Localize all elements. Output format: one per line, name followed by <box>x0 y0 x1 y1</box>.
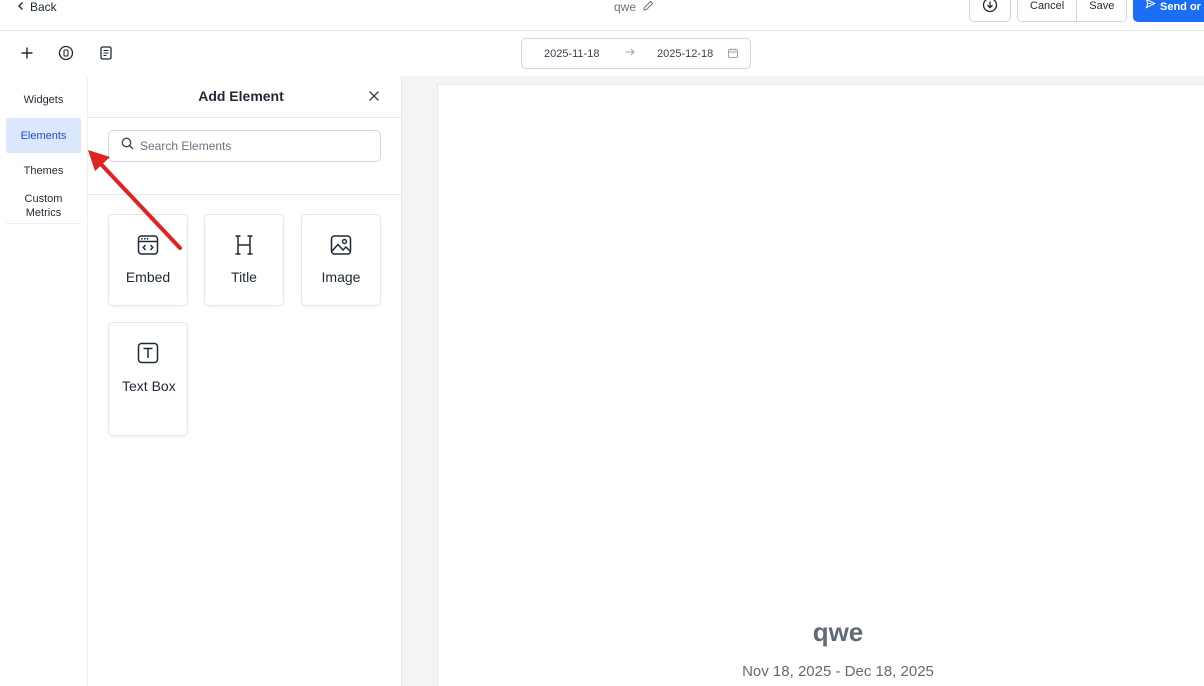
download-icon <box>982 0 998 18</box>
element-card-label: Text Box <box>122 378 176 394</box>
back-button[interactable]: Back <box>16 0 57 14</box>
arrow-right-icon <box>624 46 636 61</box>
calendar-icon <box>727 47 739 62</box>
download-button[interactable] <box>969 0 1011 22</box>
send-button[interactable]: Send or S <box>1133 0 1204 22</box>
date-start[interactable]: 2025-11-18 <box>544 48 599 60</box>
report-title[interactable]: qwe <box>438 617 1204 648</box>
close-icon[interactable] <box>367 89 381 103</box>
nav-elements[interactable]: Elements <box>6 118 81 153</box>
document-title[interactable]: qwe <box>614 0 654 14</box>
chevron-left-icon <box>16 0 26 14</box>
panel-title: Add Element <box>198 88 284 104</box>
search-box <box>108 130 381 162</box>
nav-widgets[interactable]: Widgets <box>6 87 81 113</box>
element-card-text-box[interactable]: Text Box <box>108 322 188 436</box>
heading-icon <box>205 233 283 259</box>
send-icon <box>1145 0 1156 13</box>
text-box-icon <box>109 341 187 367</box>
coin-icon[interactable] <box>57 44 75 62</box>
element-card-label: Title <box>231 269 257 285</box>
search-divider <box>88 194 402 195</box>
element-card-label: Embed <box>125 269 171 285</box>
nav-divider <box>6 223 81 224</box>
date-end[interactable]: 2025-12-18 <box>657 48 713 60</box>
panel-header-divider <box>88 117 402 118</box>
pencil-icon[interactable] <box>642 0 654 15</box>
left-nav: Widgets Elements Themes Custom Metrics <box>0 76 88 686</box>
top-bar: Back qwe Cancel Save Send or S <box>0 0 1204 31</box>
back-label: Back <box>30 0 57 14</box>
report-date-range: Nov 18, 2025 - Dec 18, 2025 <box>742 663 934 680</box>
image-icon <box>302 233 380 259</box>
nav-custom-metrics[interactable]: Custom Metrics <box>6 191 81 221</box>
embed-icon <box>109 233 187 259</box>
cancel-button[interactable]: Cancel <box>1018 0 1077 21</box>
search-input[interactable] <box>140 139 370 153</box>
element-card-label: Image <box>321 269 361 285</box>
document-title-text: qwe <box>614 0 637 14</box>
element-card-title[interactable]: Title <box>204 214 284 306</box>
document-icon[interactable] <box>97 44 115 62</box>
save-button[interactable]: Save <box>1076 0 1127 21</box>
add-element-panel: Add Element Embed Title Image Te <box>88 76 402 686</box>
report-page[interactable]: qwe Nov 18, 2025 - Dec 18, 2025 <box>437 84 1204 686</box>
nav-themes[interactable]: Themes <box>6 158 81 184</box>
send-label: Send or S <box>1160 1 1204 13</box>
element-card-embed[interactable]: Embed <box>108 214 188 306</box>
add-icon[interactable] <box>18 44 36 62</box>
search-icon <box>121 137 134 155</box>
cancel-save-group: Cancel Save <box>1017 0 1128 22</box>
element-card-image[interactable]: Image <box>301 214 381 306</box>
date-range-picker[interactable]: 2025-11-18 2025-12-18 <box>521 38 751 69</box>
